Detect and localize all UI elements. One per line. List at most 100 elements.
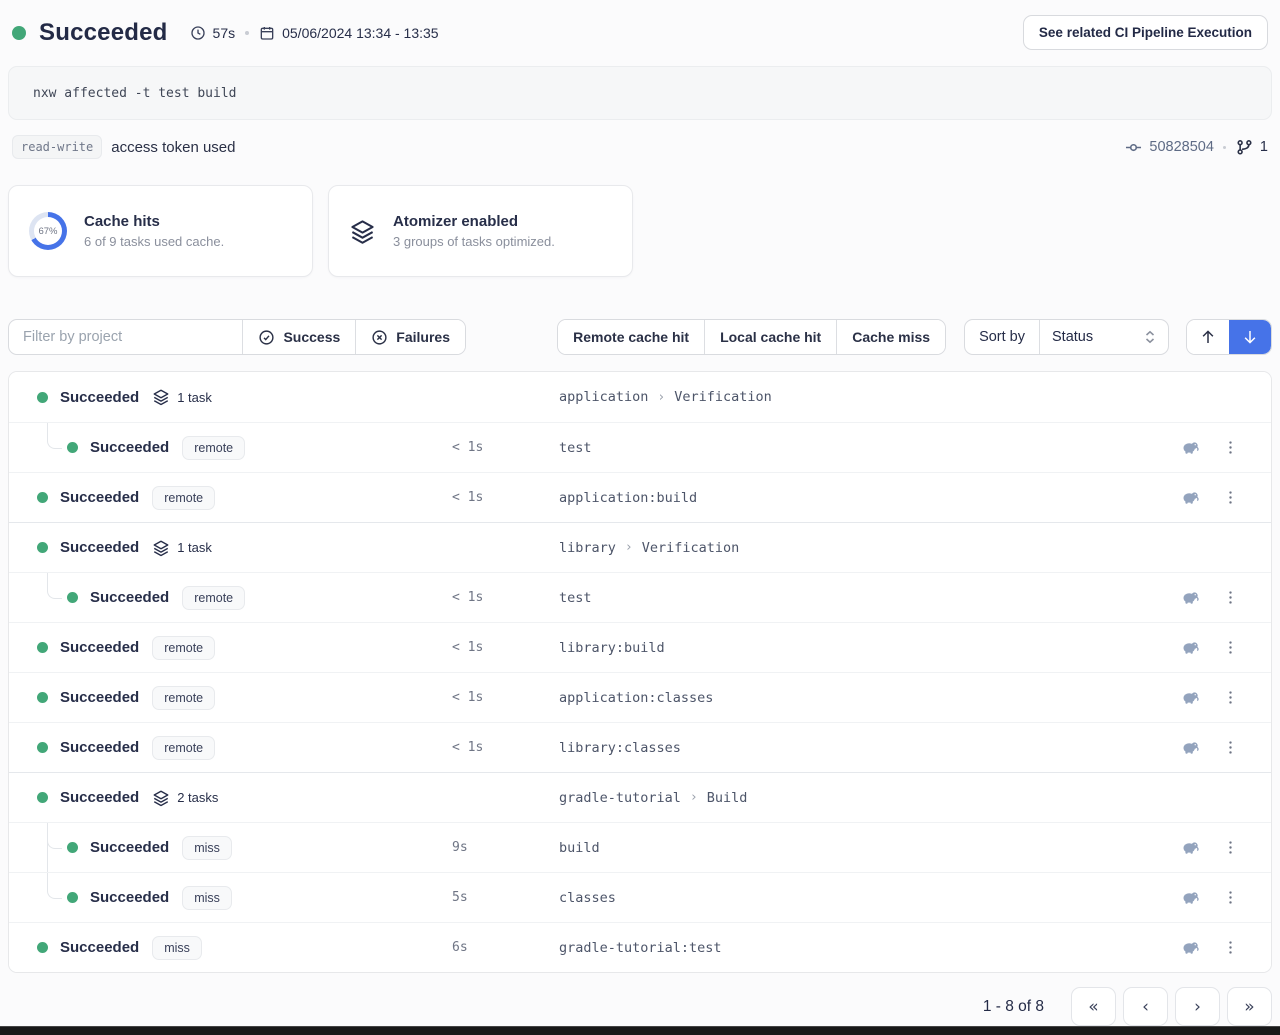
row-menu-button[interactable] xyxy=(1218,635,1243,660)
row-status-label: Succeeded xyxy=(90,439,169,456)
card-title: Cache hits xyxy=(84,213,224,230)
row-menu-button[interactable] xyxy=(1218,435,1243,460)
access-token-badge: read-write xyxy=(12,135,102,159)
table-row[interactable]: Succeeded remote < 1s application:build xyxy=(9,472,1271,522)
project-path: application › Verification xyxy=(559,389,772,405)
table-row[interactable]: Succeeded remote < 1s test xyxy=(9,572,1271,622)
check-circle-icon xyxy=(258,329,275,346)
row-status-label: Succeeded xyxy=(60,939,139,956)
run-date-range: 05/06/2024 13:34 - 13:35 xyxy=(282,25,438,41)
task-duration: < 1s xyxy=(452,590,483,605)
tree-connector xyxy=(47,423,62,449)
success-filter-button[interactable]: Success xyxy=(243,320,355,354)
row-status-label: Succeeded xyxy=(60,489,139,506)
first-page-button[interactable]: « xyxy=(1071,987,1116,1026)
row-menu-button[interactable] xyxy=(1218,485,1243,510)
status-dot xyxy=(37,942,48,953)
cache-status-badge: remote xyxy=(152,486,215,510)
remote-cache-hit-button[interactable]: Remote cache hit xyxy=(558,320,704,354)
table-row[interactable]: Succeeded 2 tasks gradle-tutorial › Buil… xyxy=(9,772,1271,822)
table-row[interactable]: Succeeded miss 9s build xyxy=(9,822,1271,872)
table-row[interactable]: Succeeded 1 task library › Verification xyxy=(9,522,1271,572)
sort-descending-button[interactable] xyxy=(1229,320,1271,354)
cache-hits-card: 67% Cache hits 6 of 9 tasks used cache. xyxy=(8,185,313,277)
row-menu-button[interactable] xyxy=(1218,735,1243,760)
sort-ascending-button[interactable] xyxy=(1187,320,1229,354)
task-target: test xyxy=(559,590,592,606)
screen-bottom-edge xyxy=(0,1026,1280,1035)
task-group-icon xyxy=(152,539,170,557)
row-menu-button[interactable] xyxy=(1218,935,1243,960)
task-count: 2 tasks xyxy=(177,790,218,805)
run-meta: 57s 05/06/2024 13:34 - 13:35 xyxy=(190,25,439,41)
row-status-label: Succeeded xyxy=(60,789,139,806)
task-duration: < 1s xyxy=(452,740,483,755)
status-dot xyxy=(37,642,48,653)
sort-direction-group xyxy=(1186,319,1272,355)
task-duration: 6s xyxy=(452,940,468,955)
table-row[interactable]: Succeeded miss 5s classes xyxy=(9,872,1271,922)
table-row[interactable]: Succeeded 1 task application › Verificat… xyxy=(9,372,1271,422)
sort-select[interactable]: Status xyxy=(1040,320,1168,354)
cache-status-badge: remote xyxy=(152,686,215,710)
run-status-dot xyxy=(12,26,26,40)
row-menu-button[interactable] xyxy=(1218,835,1243,860)
access-token-text: access token used xyxy=(111,139,235,156)
row-menu-button[interactable] xyxy=(1218,885,1243,910)
card-title: Atomizer enabled xyxy=(393,213,555,230)
project-category: Build xyxy=(707,790,748,806)
commit-id[interactable]: 50828504 xyxy=(1149,139,1214,155)
status-dot xyxy=(67,842,78,853)
task-list: Succeeded 1 task application › Verificat… xyxy=(8,371,1272,973)
row-status-label: Succeeded xyxy=(90,589,169,606)
atomizer-card: Atomizer enabled 3 groups of tasks optim… xyxy=(328,185,633,277)
tree-connector xyxy=(47,573,62,599)
tree-connector xyxy=(47,873,62,899)
last-page-button[interactable]: » xyxy=(1227,987,1272,1026)
sort-group: Sort by Status xyxy=(964,319,1169,355)
x-circle-icon xyxy=(371,329,388,346)
select-chevrons-icon xyxy=(1144,330,1156,344)
failures-filter-button[interactable]: Failures xyxy=(356,320,465,354)
card-subtitle: 6 of 9 tasks used cache. xyxy=(84,234,224,249)
cache-status-badge: remote xyxy=(152,636,215,660)
task-target: test xyxy=(559,440,592,456)
task-group-icon xyxy=(152,789,170,807)
status-dot xyxy=(37,492,48,503)
local-cache-hit-button[interactable]: Local cache hit xyxy=(705,320,836,354)
gradle-elephant-icon xyxy=(1180,637,1201,658)
table-row[interactable]: Succeeded remote < 1s library:build xyxy=(9,622,1271,672)
summary-cards: 67% Cache hits 6 of 9 tasks used cache. … xyxy=(8,185,1272,277)
status-dot xyxy=(37,742,48,753)
task-duration: 9s xyxy=(452,840,468,855)
status-dot xyxy=(37,392,48,403)
table-row[interactable]: Succeeded miss 6s gradle-tutorial:test xyxy=(9,922,1271,972)
clock-icon xyxy=(190,25,206,41)
project-path: library › Verification xyxy=(559,540,739,556)
pagination: 1 - 8 of 8 « ‹ › » xyxy=(8,987,1272,1026)
project-filter-input[interactable] xyxy=(9,320,242,354)
task-target: build xyxy=(559,840,600,856)
table-row[interactable]: Succeeded remote < 1s application:classe… xyxy=(9,672,1271,722)
task-target: classes xyxy=(559,890,616,906)
cache-hits-donut: 67% xyxy=(29,212,67,250)
row-menu-button[interactable] xyxy=(1218,585,1243,610)
status-dot xyxy=(37,692,48,703)
prev-page-button[interactable]: ‹ xyxy=(1123,987,1168,1026)
row-status-label: Succeeded xyxy=(60,689,139,706)
task-duration: 5s xyxy=(452,890,468,905)
task-duration: < 1s xyxy=(452,490,483,505)
cache-miss-button[interactable]: Cache miss xyxy=(837,320,945,354)
related-pipeline-button[interactable]: See related CI Pipeline Execution xyxy=(1023,15,1268,50)
calendar-icon xyxy=(259,25,275,41)
gradle-elephant-icon xyxy=(1180,837,1201,858)
row-status-label: Succeeded xyxy=(60,739,139,756)
project-name: library xyxy=(559,540,616,556)
next-page-button[interactable]: › xyxy=(1175,987,1220,1026)
cache-status-filter-group: Remote cache hit Local cache hit Cache m… xyxy=(557,319,946,355)
row-menu-button[interactable] xyxy=(1218,685,1243,710)
table-row[interactable]: Succeeded remote < 1s library:classes xyxy=(9,722,1271,772)
branch-count: 1 xyxy=(1260,139,1268,155)
command-box: nxw affected -t test build xyxy=(8,66,1272,120)
table-row[interactable]: Succeeded remote < 1s test xyxy=(9,422,1271,472)
